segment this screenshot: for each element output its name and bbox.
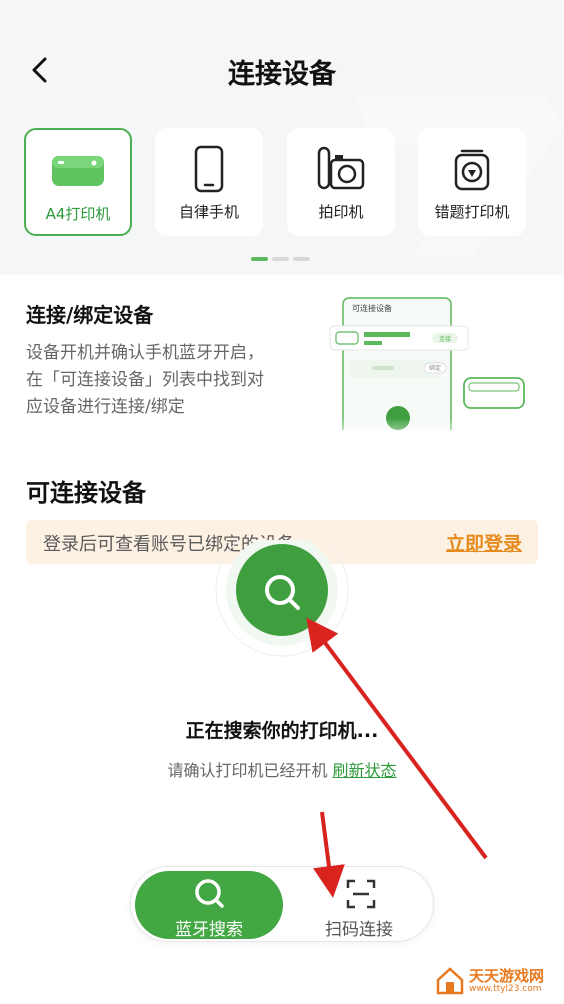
category-label: 错题打印机 [434, 203, 510, 221]
scan-icon [346, 879, 376, 909]
category-label: A4打印机 [45, 205, 111, 223]
category-mistake-printer[interactable]: 错题打印机 [418, 128, 526, 236]
scan-connect-label: 扫码连接 [325, 920, 393, 940]
indicator-dot [272, 257, 289, 261]
search-icon [195, 879, 224, 908]
indicator-dot [293, 257, 310, 261]
intro-description: 设备开机并确认手机蓝牙开启，在「可连接设备」列表中找到对应设备进行连接/绑定 [26, 343, 264, 417]
login-now-link[interactable]: 立即登录 [446, 529, 522, 556]
printer-icon [26, 146, 130, 196]
connect-illustration: 可连接设备 连接 绑定 [329, 297, 525, 430]
scan-connect-button[interactable]: 扫码连接 [287, 871, 431, 940]
illustration-connect-button: 连接 [439, 335, 451, 343]
category-camera-printer[interactable]: 拍印机 [287, 128, 395, 236]
intro-title: 连接/绑定设备 [26, 303, 154, 327]
section-title: 可连接设备 [26, 479, 146, 507]
bluetooth-search-animation [215, 540, 349, 657]
bluetooth-search-label: 蓝牙搜索 [175, 920, 243, 940]
bluetooth-search-button[interactable]: 蓝牙搜索 [135, 871, 283, 940]
category-a4-printer[interactable]: A4打印机 [24, 128, 132, 236]
category-phone[interactable]: 自律手机 [155, 128, 263, 236]
searching-status: 正在搜索你的打印机... [185, 720, 379, 742]
site-watermark: 天天游戏网 www.ttyl23.com [435, 966, 544, 996]
page-title: 连接设备 [228, 59, 336, 90]
category-label: 拍印机 [318, 203, 364, 221]
power-on-hint-text: 请确认打印机已经开机 [167, 761, 328, 780]
house-logo-icon [436, 967, 464, 995]
phone-icon [155, 144, 263, 194]
refresh-status-link[interactable]: 刷新状态 [333, 761, 397, 780]
watermark-url: www.ttyl23.com [468, 983, 542, 994]
category-label: 自律手机 [178, 203, 239, 221]
fade-overlay [0, 418, 564, 448]
connect-mode-switch: 蓝牙搜索 扫码连接 [130, 866, 434, 942]
mini-printer-icon [418, 144, 526, 194]
camera-printer-icon [287, 144, 395, 194]
power-on-hint: 请确认打印机已经开机 刷新状态 [0, 757, 564, 781]
watermark-title: 天天游戏网 [468, 966, 544, 985]
carousel-indicator [251, 257, 310, 261]
illustration-header: 可连接设备 [352, 303, 392, 313]
indicator-dot [251, 257, 268, 261]
illustration-bind-button: 绑定 [429, 364, 441, 372]
